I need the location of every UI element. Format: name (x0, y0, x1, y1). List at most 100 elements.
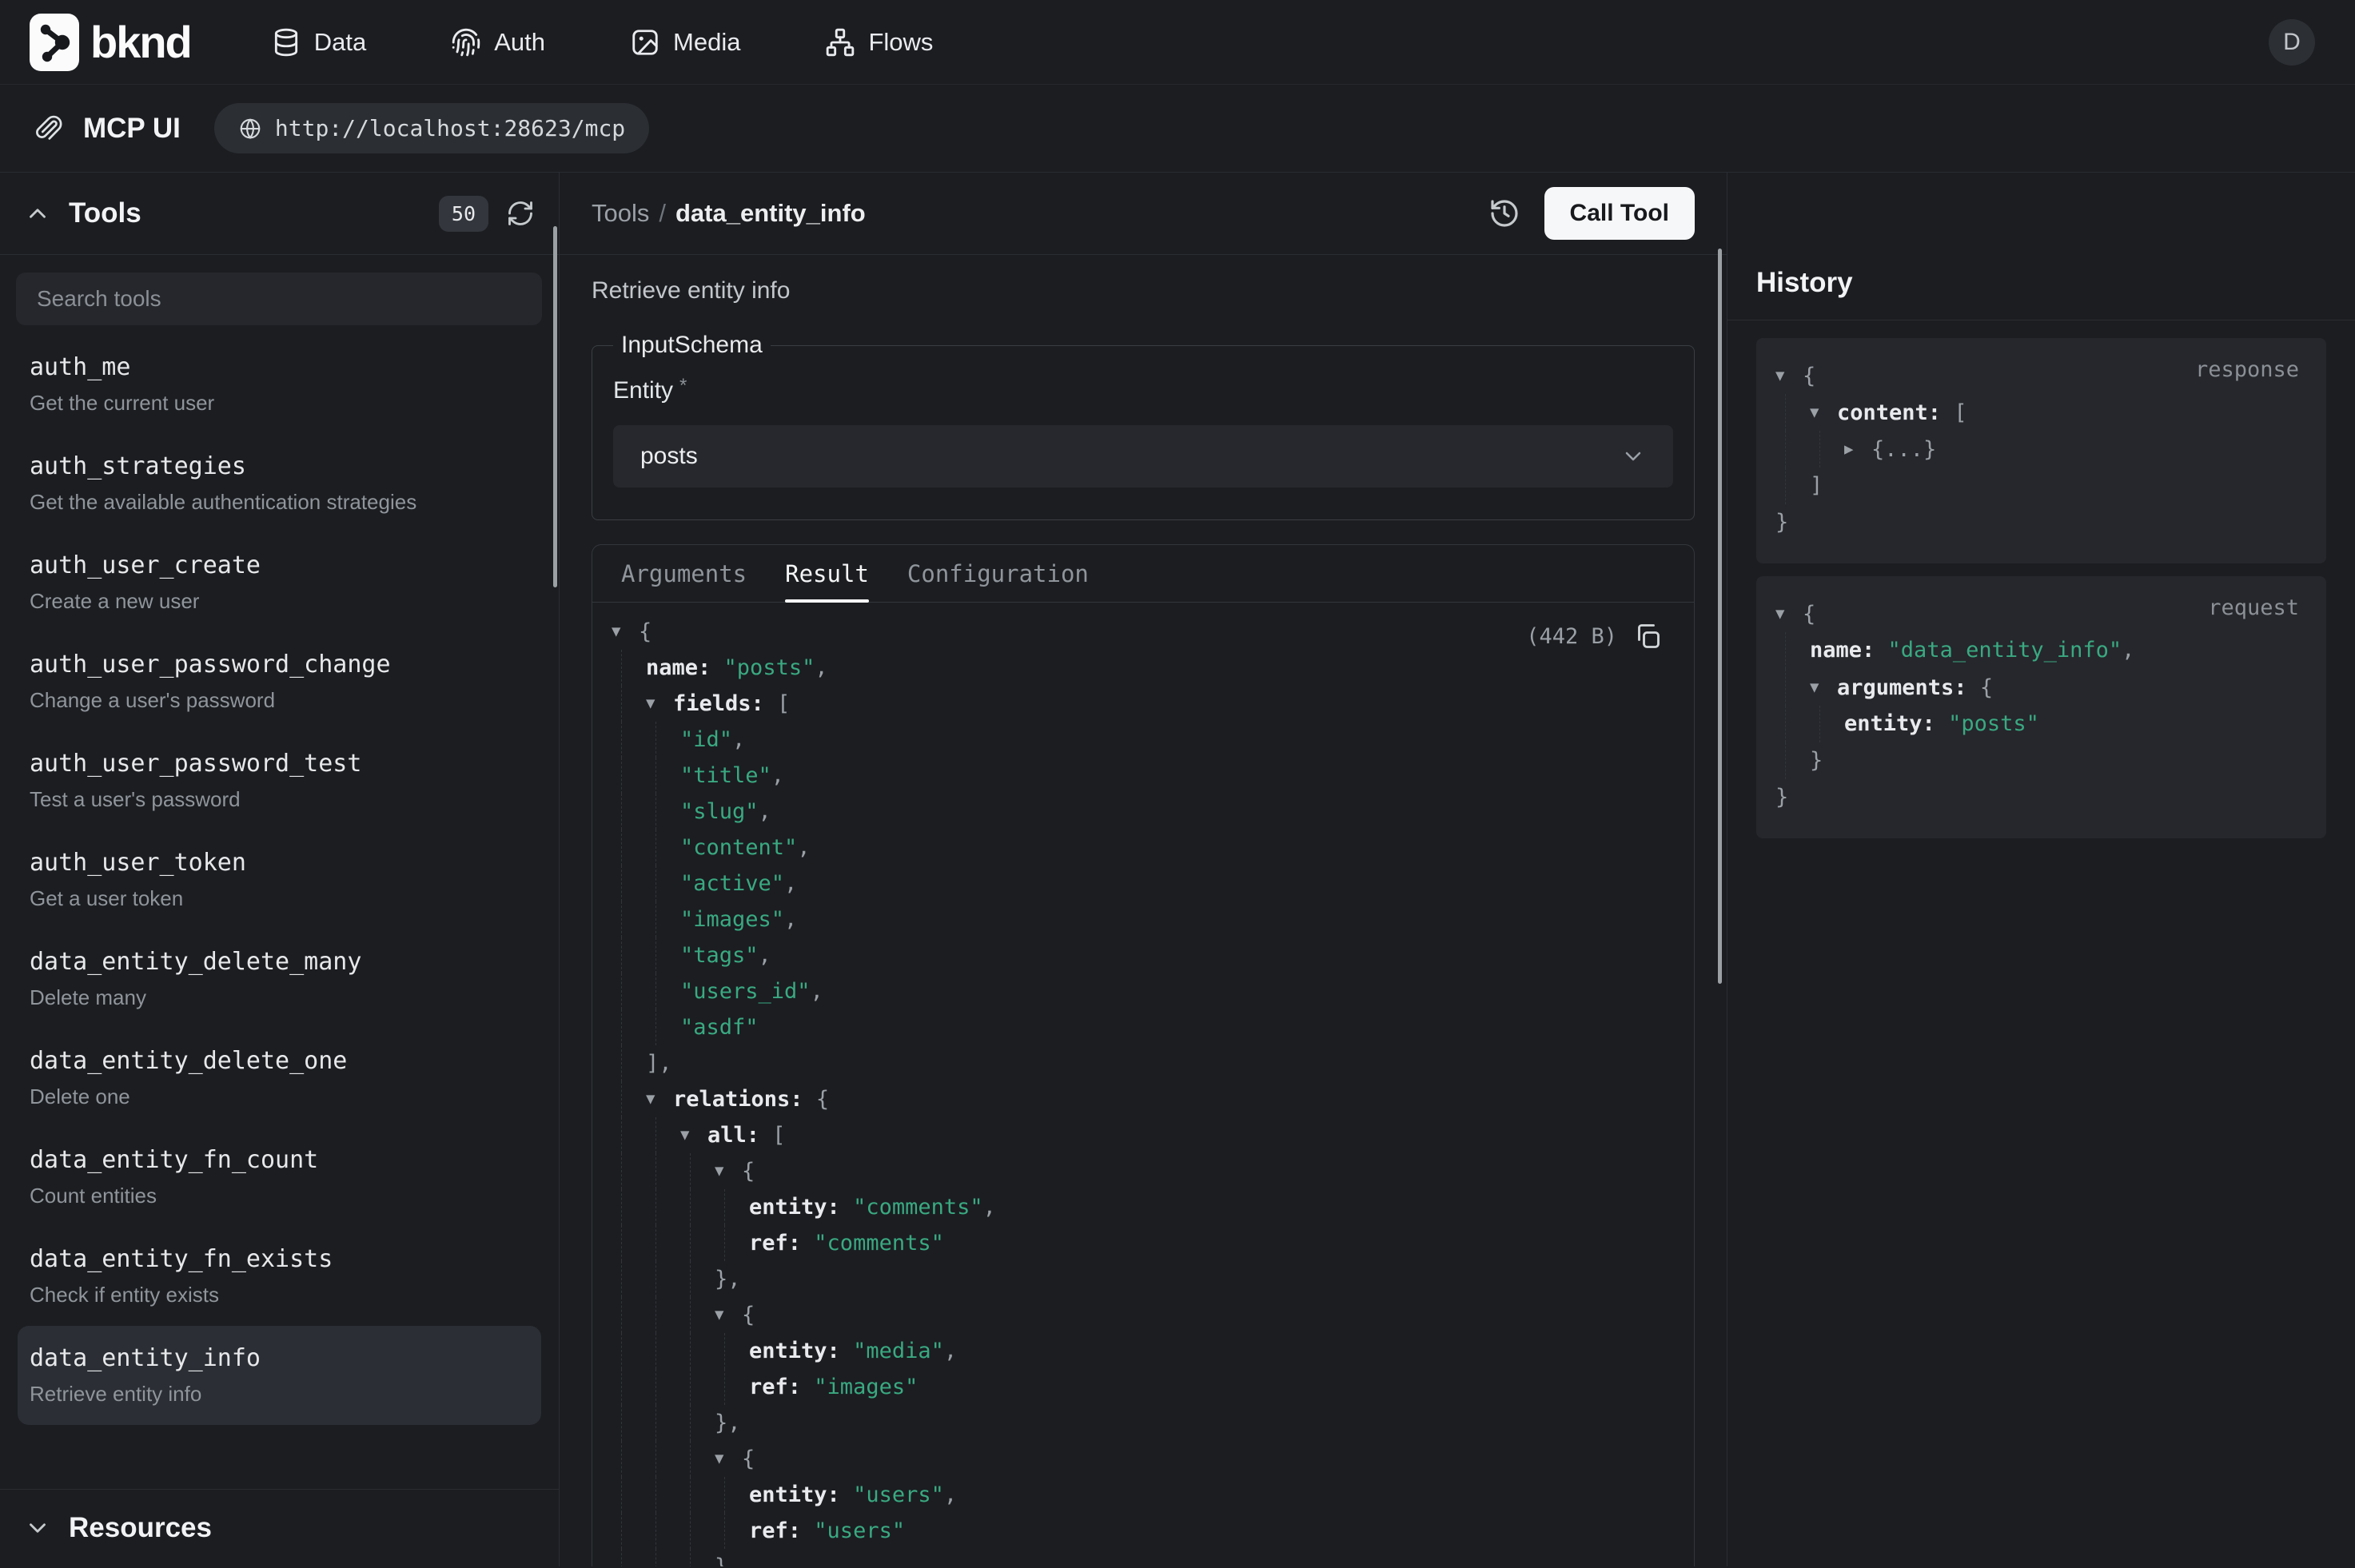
json-row: "content", (612, 830, 1662, 866)
collapse-toggle-icon[interactable]: ▼ (715, 1153, 742, 1189)
json-punctuation: { (1803, 364, 1815, 388)
json-row: "title", (612, 758, 1662, 794)
history-button[interactable] (1488, 197, 1520, 229)
indent-guide (621, 866, 622, 901)
tab-arguments[interactable]: Arguments (621, 545, 747, 602)
json-comma: , (784, 907, 797, 932)
tool-list-item-auth_me[interactable]: auth_meGet the current user (0, 335, 559, 434)
json-string-value: "images" (814, 1375, 918, 1399)
tab-configuration[interactable]: Configuration (907, 545, 1089, 602)
indent-guide (621, 1297, 622, 1333)
breadcrumb-section[interactable]: Tools (592, 199, 649, 227)
mcp-icon (34, 114, 62, 143)
tool-name: auth_strategies (30, 452, 529, 480)
indent-guide (621, 686, 622, 722)
json-row: ] (1775, 468, 2302, 504)
tool-name: data_entity_fn_count (30, 1146, 529, 1174)
tool-list-item-data_entity_fn_count[interactable]: data_entity_fn_countCount entities (0, 1128, 559, 1227)
json-row: ref: "images" (612, 1369, 1662, 1405)
indent-guide (655, 1549, 656, 1566)
tool-list-item-auth_user_password_test[interactable]: auth_user_password_testTest a user's pas… (0, 731, 559, 830)
json-punctuation: } (1810, 748, 1823, 773)
refresh-tools-button[interactable] (506, 199, 535, 228)
indent-guide (621, 1513, 622, 1549)
json-comma: , (771, 763, 784, 788)
entity-select[interactable]: posts (613, 425, 1673, 488)
nav-item-flows[interactable]: Flows (825, 27, 933, 58)
mcp-url: http://localhost:28623/mcp (275, 115, 625, 141)
json-row: ▼fields: [ (612, 686, 1662, 722)
mcp-url-pill[interactable]: http://localhost:28623/mcp (214, 103, 649, 153)
nav-item-data[interactable]: Data (271, 27, 366, 58)
collapse-toggle-icon[interactable]: ▼ (1810, 669, 1837, 706)
tool-name: data_entity_fn_exists (30, 1245, 529, 1273)
indent-guide (724, 1189, 725, 1225)
collapse-toggle-icon[interactable]: ▼ (1775, 595, 1803, 632)
indent-guide (1785, 468, 1786, 504)
tool-description: Get a user token (30, 886, 529, 911)
json-row: } (1775, 779, 2302, 816)
json-row: ▼{ (1775, 357, 2302, 394)
tool-list-item-data_entity_delete_one[interactable]: data_entity_delete_oneDelete one (0, 1029, 559, 1128)
indent-guide (655, 1369, 656, 1405)
indent-guide (655, 1405, 656, 1441)
indent-guide (621, 1405, 622, 1441)
indent-guide (655, 1153, 656, 1189)
tool-name: auth_me (30, 353, 529, 381)
collapse-toggle-icon[interactable]: ▼ (715, 1297, 742, 1333)
indent-guide (655, 1189, 656, 1225)
tools-section-header[interactable]: Tools 50 (0, 173, 559, 255)
tools-sidebar: Tools 50 auth_meGet the current userauth… (0, 173, 560, 1566)
json-row: entity: "users", (612, 1477, 1662, 1513)
collapse-toggle-icon[interactable]: ▼ (1775, 357, 1803, 394)
tool-list-item-auth_user_password_change[interactable]: auth_user_password_changeChange a user's… (0, 632, 559, 731)
json-comma: , (2122, 638, 2134, 663)
history-entry-response[interactable]: response▼{▼content: [▶{...}]} (1756, 338, 2326, 563)
tab-result[interactable]: Result (785, 545, 869, 602)
expand-toggle-icon[interactable]: ▶ (1844, 431, 1871, 468)
collapse-toggle-icon[interactable]: ▼ (646, 1081, 673, 1117)
collapse-toggle-icon[interactable]: ▼ (1810, 394, 1837, 431)
tool-name: auth_user_password_test (30, 750, 529, 778)
indent-guide (1785, 431, 1786, 468)
tool-list-item-data_entity_delete_many[interactable]: data_entity_delete_manyDelete many (0, 929, 559, 1029)
tool-list-item-auth_user_create[interactable]: auth_user_createCreate a new user (0, 533, 559, 632)
tool-list-item-auth_strategies[interactable]: auth_strategiesGet the available authent… (0, 434, 559, 533)
tool-list-item-data_entity_fn_exists[interactable]: data_entity_fn_existsCheck if entity exi… (0, 1227, 559, 1326)
sidebar-scrollbar[interactable] (553, 226, 557, 587)
nav-item-media[interactable]: Media (630, 27, 740, 58)
collapse-toggle-icon[interactable]: ▼ (612, 614, 639, 650)
tools-count-badge: 50 (439, 196, 488, 232)
collapse-toggle-icon[interactable]: ▼ (715, 1441, 742, 1477)
indent-guide (655, 1297, 656, 1333)
json-comma: , (811, 979, 823, 1004)
tool-description: Create a new user (30, 589, 529, 614)
json-key: content: (1837, 400, 1941, 425)
indent-guide (621, 973, 622, 1009)
brand-logo[interactable]: bknd (30, 14, 191, 71)
call-tool-button[interactable]: Call Tool (1544, 187, 1695, 240)
indent-guide (655, 1009, 656, 1045)
search-input[interactable] (16, 273, 542, 325)
indent-guide (621, 1189, 622, 1225)
collapse-toggle-icon[interactable]: ▼ (646, 686, 673, 722)
json-punctuation: ] (1810, 473, 1823, 498)
tool-list-item-auth_user_token[interactable]: auth_user_tokenGet a user token (0, 830, 559, 929)
history-entry-request[interactable]: request▼{name: "data_entity_info",▼argum… (1756, 576, 2326, 838)
json-row: "id", (612, 722, 1662, 758)
nav-item-auth[interactable]: Auth (451, 27, 545, 58)
json-key: relations: (673, 1087, 803, 1112)
avatar-initial: D (2283, 29, 2301, 56)
tool-list-item-data_entity_info[interactable]: data_entity_infoRetrieve entity info (18, 1326, 541, 1425)
json-row: name: "data_entity_info", (1775, 632, 2302, 669)
json-row: entity: "posts" (1775, 706, 2302, 742)
indent-guide (655, 1513, 656, 1549)
collapse-toggle-icon[interactable]: ▼ (680, 1117, 707, 1153)
json-row: ▼relations: { (612, 1081, 1662, 1117)
nav-label-data: Data (314, 28, 366, 57)
main-scrollbar[interactable] (1718, 249, 1722, 984)
chevron-down-icon (1620, 444, 1646, 469)
json-row: ▼all: [ (612, 1117, 1662, 1153)
user-avatar[interactable]: D (2269, 19, 2315, 66)
resources-section-header[interactable]: Resources (0, 1489, 559, 1566)
